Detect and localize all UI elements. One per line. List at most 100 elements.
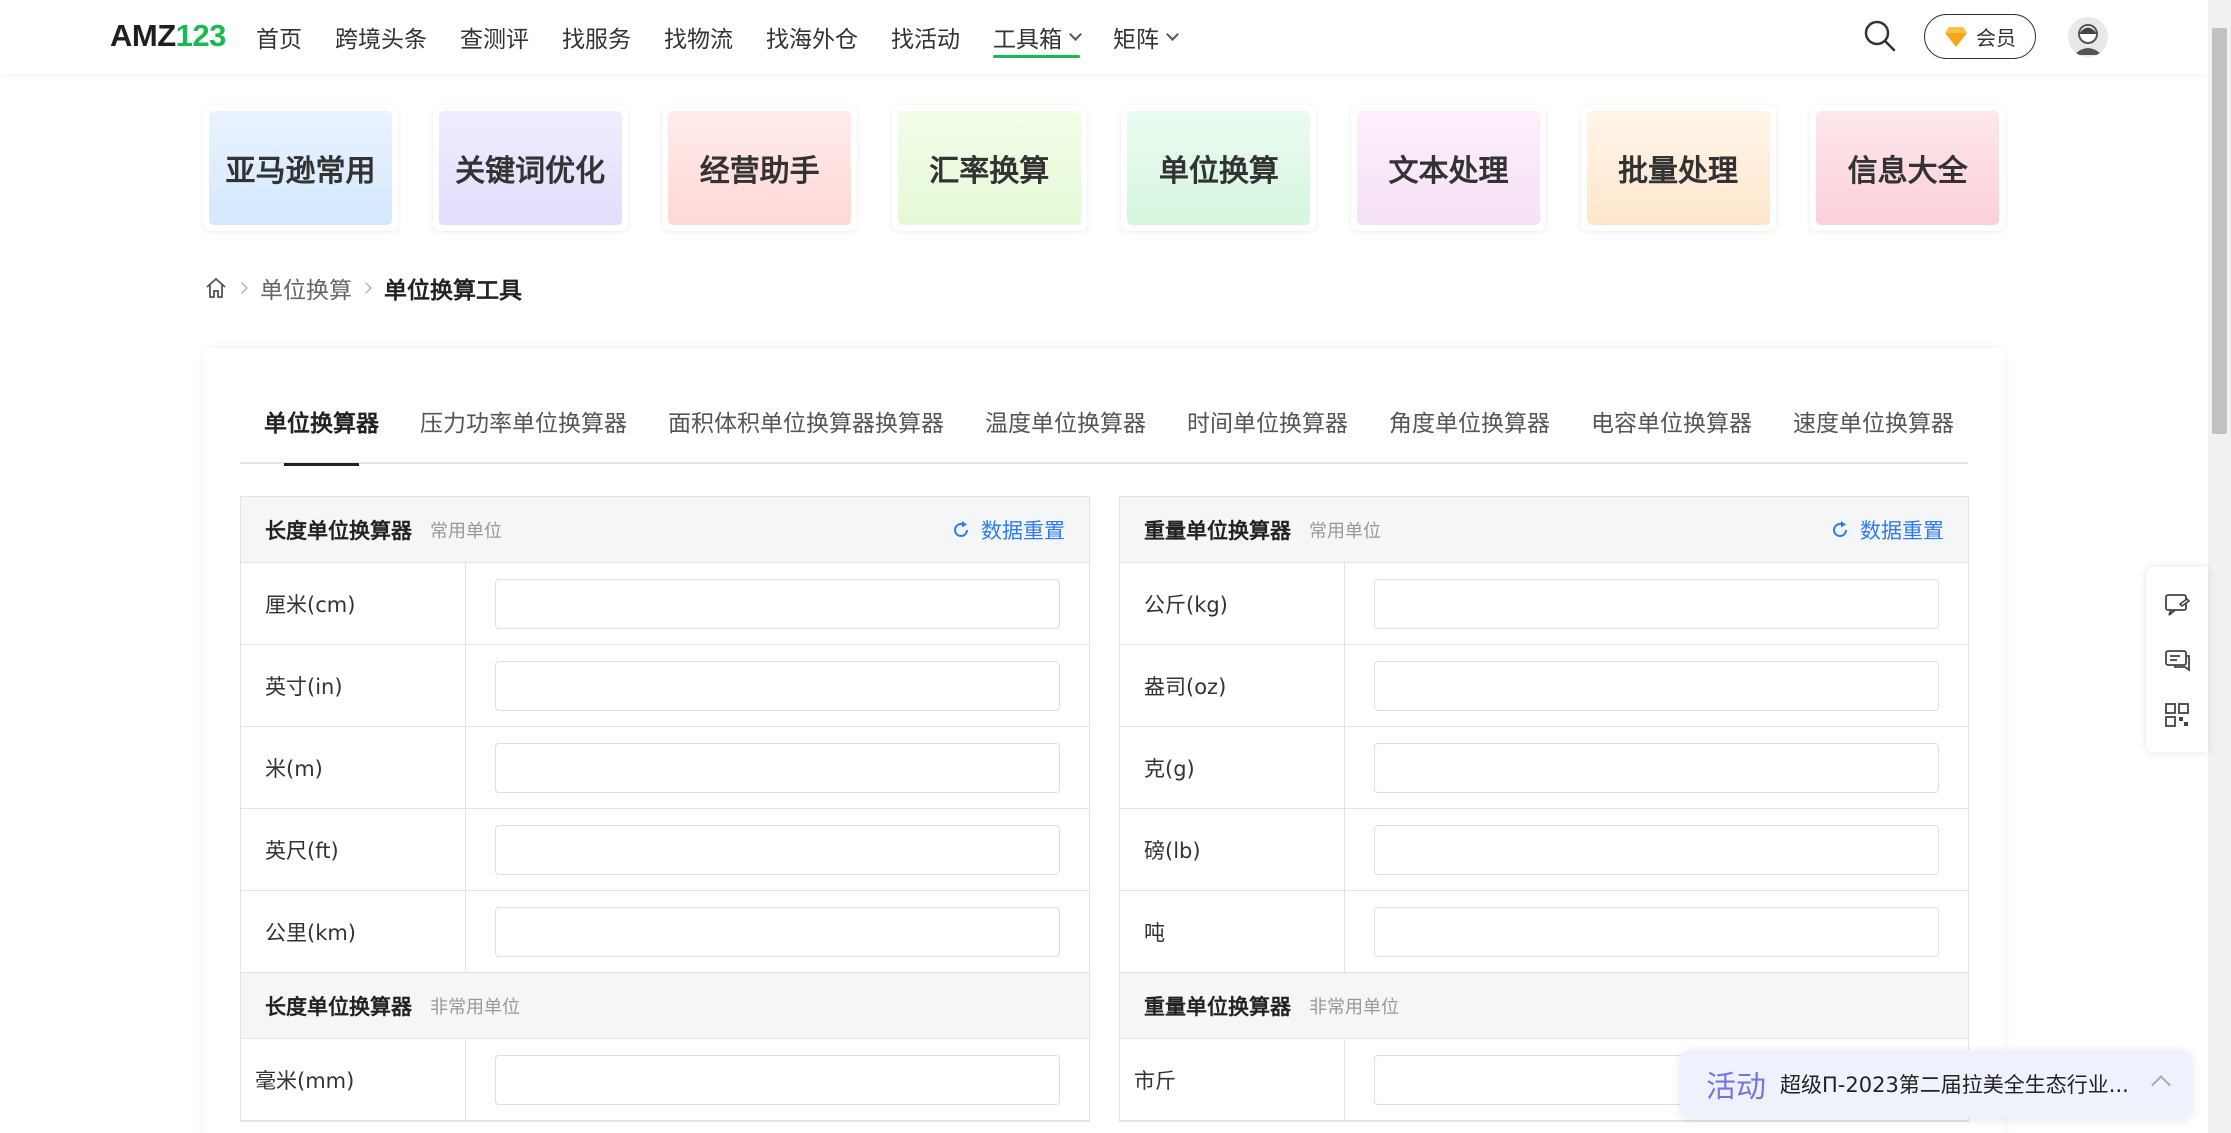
search-icon[interactable] xyxy=(1862,18,1898,54)
scrollbar-thumb[interactable] xyxy=(2212,28,2227,434)
unit-row: 磅(lb) xyxy=(1120,809,1968,891)
unit-field-wrap xyxy=(1345,563,1968,644)
activity-tag: 活动 xyxy=(1706,1070,1766,1105)
category-tile[interactable]: 批量处理 xyxy=(1580,105,1776,231)
unit-label: 吨 xyxy=(1120,891,1345,972)
unit-value-input[interactable] xyxy=(495,1054,1060,1105)
nav-item[interactable]: 跨境头条 xyxy=(335,0,427,74)
unit-field-wrap xyxy=(466,891,1089,972)
unit-field-wrap xyxy=(1345,645,1968,726)
unit-label: 米(m) xyxy=(241,727,466,808)
main-nav: 首页 跨境头条 查测评 找服务 找物流 找海外仓 找活动 工具箱 矩阵 xyxy=(256,0,1210,74)
nav-item[interactable]: 找活动 xyxy=(891,0,960,74)
unit-row: 克(g) xyxy=(1120,727,1968,809)
home-icon[interactable] xyxy=(204,276,228,300)
unit-value-input[interactable] xyxy=(495,906,1060,957)
breadcrumb-current: 单位换算工具 xyxy=(384,278,522,304)
nav-item[interactable]: 工具箱 xyxy=(993,0,1082,74)
category-tile[interactable]: 关键词优化 xyxy=(432,105,628,231)
unit-label: 公里(km) xyxy=(241,891,466,972)
converter-tab[interactable]: 单位换算器 xyxy=(264,408,379,466)
unit-row: 英寸(in) xyxy=(241,645,1089,727)
reset-button[interactable]: 数据重置 xyxy=(951,497,1065,563)
unit-label: 厘米(cm) xyxy=(241,563,466,644)
converter-card: 单位换算器 压力功率单位换算器 面积体积单位换算器换算器 温度单位换算器 时间单位换算器… xyxy=(204,348,2004,1133)
activity-text[interactable]: 超级Π-2023第二届拉美全生态行业... xyxy=(1780,1069,2129,1099)
unit-field-wrap xyxy=(466,563,1089,644)
avatar[interactable] xyxy=(2068,17,2108,57)
unit-value-input[interactable] xyxy=(1374,660,1939,711)
category-tile[interactable]: 文本处理 xyxy=(1350,105,1546,231)
converter-tab[interactable]: 压力功率单位换算器 xyxy=(420,408,627,464)
nav-item[interactable]: 查测评 xyxy=(460,0,529,74)
qrcode-icon[interactable] xyxy=(2162,700,2192,730)
chevron-up-icon[interactable] xyxy=(2151,1075,2171,1095)
feedback-icon[interactable] xyxy=(2162,590,2192,620)
unit-row: 厘米(cm) xyxy=(241,563,1089,645)
site-logo[interactable]: AMZ 123 xyxy=(110,16,226,56)
unit-label: 公斤(kg) xyxy=(1120,563,1345,644)
panel-subtitle: 非常用单位 xyxy=(430,996,520,1018)
category-tile[interactable]: 经营助手 xyxy=(662,105,858,231)
top-navbar: AMZ 123 首页 跨境头条 查测评 找服务 找物流 找海外仓 找活动 工具箱 矩阵 会员 xyxy=(0,0,2208,74)
category-tile[interactable]: 信息大全 xyxy=(1810,105,2006,231)
weight-panel-header: 重量单位换算器 常用单位 数据重置 xyxy=(1120,497,1968,563)
nav-item[interactable]: 矩阵 xyxy=(1113,0,1179,74)
category-tile[interactable]: 亚马逊常用 xyxy=(203,105,398,231)
refresh-icon xyxy=(1833,521,1847,537)
converter-tabs: 单位换算器 压力功率单位换算器 面积体积单位换算器换算器 温度单位换算器 时间单位换算器… xyxy=(240,408,1968,466)
diamond-icon xyxy=(1945,26,1967,47)
unit-value-input[interactable] xyxy=(1374,906,1939,957)
unit-value-input[interactable] xyxy=(495,742,1060,793)
unit-row: 盎司(oz) xyxy=(1120,645,1968,727)
unit-row: 米(m) xyxy=(241,727,1089,809)
unit-field-wrap xyxy=(466,645,1089,726)
vip-label: 会员 xyxy=(1976,26,2016,50)
converter-tab[interactable]: 角度单位换算器 xyxy=(1389,408,1550,464)
nav-item[interactable]: 找物流 xyxy=(664,0,733,74)
panel-title: 重量单位换算器 xyxy=(1144,994,1291,1019)
nav-item[interactable]: 找海外仓 xyxy=(766,0,858,74)
chevron-right-icon xyxy=(236,282,248,294)
vip-button[interactable]: 会员 xyxy=(1924,14,2036,59)
reset-button[interactable]: 数据重置 xyxy=(1830,497,1944,563)
unit-value-input[interactable] xyxy=(1374,742,1939,793)
chevron-down-icon xyxy=(1166,27,1179,41)
converter-tab[interactable]: 面积体积单位换算器换算器 xyxy=(668,408,944,464)
length-converter-panel: 长度单位换算器 常用单位 数据重置 厘米(cm) 英寸(in) 米(m) 英尺(ft)… xyxy=(240,496,1090,1122)
unit-row: 毫米(mm) xyxy=(241,1039,1089,1121)
breadcrumb-link[interactable]: 单位换算 xyxy=(260,271,352,305)
chat-icon[interactable] xyxy=(2162,645,2192,675)
floating-side-tools xyxy=(2146,567,2208,752)
category-tile[interactable]: 汇率换算 xyxy=(891,105,1087,231)
unit-value-input[interactable] xyxy=(1374,578,1939,629)
activity-banner[interactable]: 活动 超级Π-2023第二届拉美全生态行业... xyxy=(1680,1050,2192,1118)
converter-tab[interactable]: 温度单位换算器 xyxy=(985,408,1146,464)
unit-value-input[interactable] xyxy=(495,824,1060,875)
unit-field-wrap xyxy=(1345,809,1968,890)
unit-label: 克(g) xyxy=(1120,727,1345,808)
unit-label: 英尺(ft) xyxy=(241,809,466,890)
page-scrollbar[interactable] xyxy=(2208,0,2231,1133)
converter-tab[interactable]: 速度单位换算器 xyxy=(1793,408,1954,464)
nav-item[interactable]: 找服务 xyxy=(562,0,631,74)
tool-category-tiles: 亚马逊常用 关键词优化 经营助手 汇率换算 单位换算 文本处理 批量处理 信息大全 xyxy=(203,105,2040,231)
unit-label: 市斤 xyxy=(1120,1039,1345,1120)
unit-field-wrap xyxy=(1345,891,1968,972)
unit-field-wrap xyxy=(466,1039,1089,1120)
converter-tab[interactable]: 时间单位换算器 xyxy=(1187,408,1348,464)
category-tile[interactable]: 单位换算 xyxy=(1121,105,1317,231)
nav-item[interactable]: 首页 xyxy=(256,0,302,74)
converter-tab[interactable]: 电容单位换算器 xyxy=(1591,408,1752,464)
chevron-down-icon xyxy=(1069,27,1082,41)
unit-value-input[interactable] xyxy=(495,660,1060,711)
unit-row: 吨 xyxy=(1120,891,1968,973)
panel-subtitle: 非常用单位 xyxy=(1309,996,1399,1018)
panel-subtitle: 常用单位 xyxy=(1309,520,1381,542)
unit-field-wrap xyxy=(466,809,1089,890)
unit-value-input[interactable] xyxy=(495,578,1060,629)
unit-field-wrap xyxy=(1345,727,1968,808)
unit-value-input[interactable] xyxy=(1374,824,1939,875)
unit-row: 公斤(kg) xyxy=(1120,563,1968,645)
breadcrumb: 单位换算 单位换算工具 xyxy=(204,271,522,305)
